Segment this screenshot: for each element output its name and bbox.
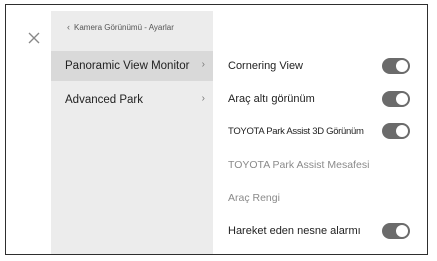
sidebar-item-advanced-park[interactable]: Advanced Park ›	[51, 85, 213, 115]
chevron-left-icon: ‹	[67, 22, 70, 32]
toggle-knob	[396, 93, 408, 105]
settings-panel: ‹ Kamera Görünümü - Ayarlar Panoramic Vi…	[5, 4, 428, 255]
setting-label: Cornering View	[228, 60, 304, 72]
toggle-knob	[396, 125, 408, 137]
chevron-right-icon: ›	[201, 93, 205, 104]
setting-row-arac-alti-gorunum[interactable]: Araç altı görünüm	[228, 87, 410, 111]
setting-label: Araç Rengi	[228, 192, 280, 204]
setting-row-arac-rengi: Araç Rengi	[228, 186, 410, 210]
setting-label: TOYOTA Park Assist Mesafesi	[228, 159, 370, 171]
setting-row-hareket-eden-nesne-alarmi[interactable]: Hareket eden nesne alarmı	[228, 219, 410, 243]
hareket-eden-nesne-alarmi-toggle[interactable]	[382, 223, 410, 239]
setting-row-park-assist-mesafesi: TOYOTA Park Assist Mesafesi	[228, 153, 410, 177]
sidebar-item-label: Panoramic View Monitor	[65, 60, 190, 72]
park-assist-3d-toggle[interactable]	[382, 123, 410, 139]
setting-row-cornering-view[interactable]: Cornering View	[228, 54, 410, 78]
sidebar: ‹ Kamera Görünümü - Ayarlar Panoramic Vi…	[51, 11, 213, 254]
close-icon[interactable]	[26, 30, 42, 46]
cornering-view-toggle[interactable]	[382, 58, 410, 74]
setting-label: Araç altı görünüm	[228, 93, 315, 105]
setting-label: Hareket eden nesne alarmı	[228, 225, 361, 237]
sidebar-item-panoramic-view-monitor[interactable]: Panoramic View Monitor ›	[51, 51, 213, 81]
arac-alti-gorunum-toggle[interactable]	[382, 91, 410, 107]
toggle-knob	[396, 60, 408, 72]
chevron-right-icon: ›	[201, 59, 205, 70]
setting-row-park-assist-3d[interactable]: TOYOTA Park Assist 3D Görünüm	[228, 119, 410, 143]
setting-label: TOYOTA Park Assist 3D Görünüm	[228, 125, 364, 137]
breadcrumb[interactable]: ‹ Kamera Görünümü - Ayarlar	[67, 22, 174, 32]
toggle-knob	[396, 225, 408, 237]
breadcrumb-text: Kamera Görünümü - Ayarlar	[74, 22, 174, 32]
sidebar-item-label: Advanced Park	[65, 94, 143, 106]
